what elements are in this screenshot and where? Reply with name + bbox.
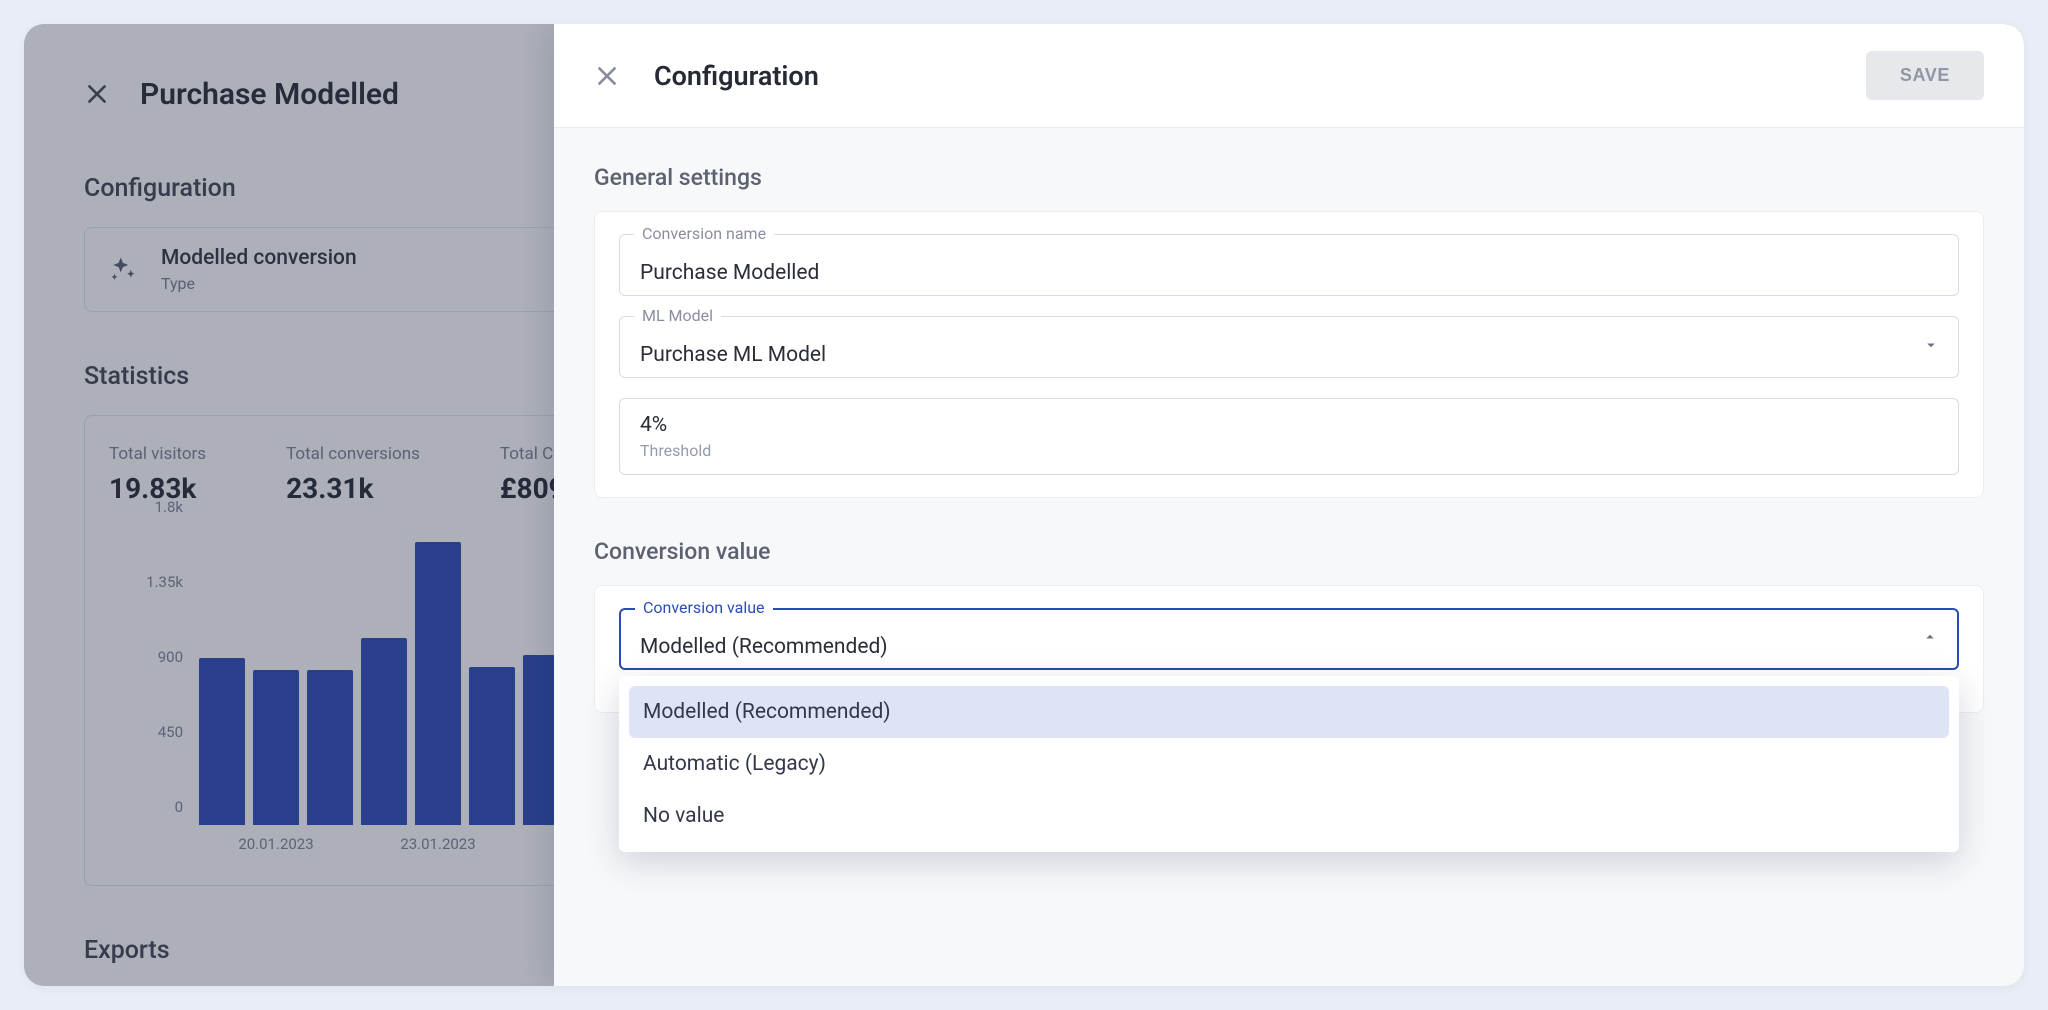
dropdown-menu: Modelled (Recommended)Automatic (Legacy)… bbox=[619, 676, 1959, 852]
dropdown-option[interactable]: Modelled (Recommended) bbox=[629, 686, 1949, 738]
field-value: Purchase ML Model bbox=[640, 343, 1938, 367]
app-window: Purchase Modelled Configuration Modelled… bbox=[24, 24, 2024, 986]
conversion-name-field[interactable]: Conversion name Purchase Modelled bbox=[619, 234, 1959, 296]
section-title-general: General settings bbox=[594, 164, 1984, 191]
field-value: Modelled (Recommended) bbox=[640, 635, 1938, 659]
general-settings-card: Conversion name Purchase Modelled ML Mod… bbox=[594, 211, 1984, 498]
field-label: Conversion value bbox=[635, 598, 773, 617]
ml-model-select[interactable]: ML Model Purchase ML Model bbox=[619, 316, 1959, 378]
conversion-value-card: Conversion value Modelled (Recommended) … bbox=[594, 585, 1984, 713]
caret-down-icon bbox=[1922, 336, 1940, 358]
threshold-label: Threshold bbox=[640, 441, 1938, 460]
field-label: Conversion name bbox=[634, 224, 774, 243]
threshold-field[interactable]: 4% Threshold bbox=[619, 398, 1959, 475]
caret-up-icon bbox=[1921, 628, 1939, 650]
close-drawer-button[interactable] bbox=[594, 63, 620, 89]
section-title-conversion-value: Conversion value bbox=[594, 538, 1984, 565]
configuration-drawer: Configuration SAVE General settings Conv… bbox=[554, 24, 2024, 986]
drawer-title: Configuration bbox=[654, 60, 1832, 92]
drawer-body: General settings Conversion name Purchas… bbox=[554, 128, 2024, 986]
conversion-value-dropdown: Conversion value Modelled (Recommended) … bbox=[619, 608, 1959, 670]
threshold-value: 4% bbox=[640, 413, 1938, 437]
field-label: ML Model bbox=[634, 306, 721, 325]
drawer-header: Configuration SAVE bbox=[554, 24, 2024, 128]
save-button[interactable]: SAVE bbox=[1866, 51, 1984, 100]
field-value: Purchase Modelled bbox=[640, 261, 1938, 285]
conversion-value-select[interactable]: Conversion value Modelled (Recommended) bbox=[619, 608, 1959, 670]
dropdown-option[interactable]: Automatic (Legacy) bbox=[629, 738, 1949, 790]
dropdown-option[interactable]: No value bbox=[629, 790, 1949, 842]
